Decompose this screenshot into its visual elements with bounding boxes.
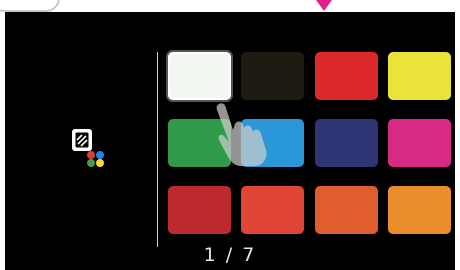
color-swatch-grid [5,12,455,270]
swatch-magenta[interactable] [388,119,451,167]
top-bar [0,0,460,12]
swatch-tomato[interactable] [241,186,304,234]
swatch-dark-brown[interactable] [241,52,304,100]
swatch-yellow[interactable] [388,52,451,100]
swatch-white[interactable] [168,52,231,100]
drop-pointer-icon [316,0,332,11]
swatch-crimson[interactable] [168,186,231,234]
swatch-orange-red[interactable] [315,186,378,234]
page-indicator: 1 / 7 [203,244,257,266]
swatch-navy[interactable] [315,119,378,167]
tab-fragment[interactable] [0,0,60,12]
swatch-red[interactable] [315,52,378,100]
swatch-green[interactable] [168,119,231,167]
swatch-orange[interactable] [388,186,451,234]
swatch-blue[interactable] [241,119,304,167]
color-picker-screen: 1 / 7 [5,12,455,270]
